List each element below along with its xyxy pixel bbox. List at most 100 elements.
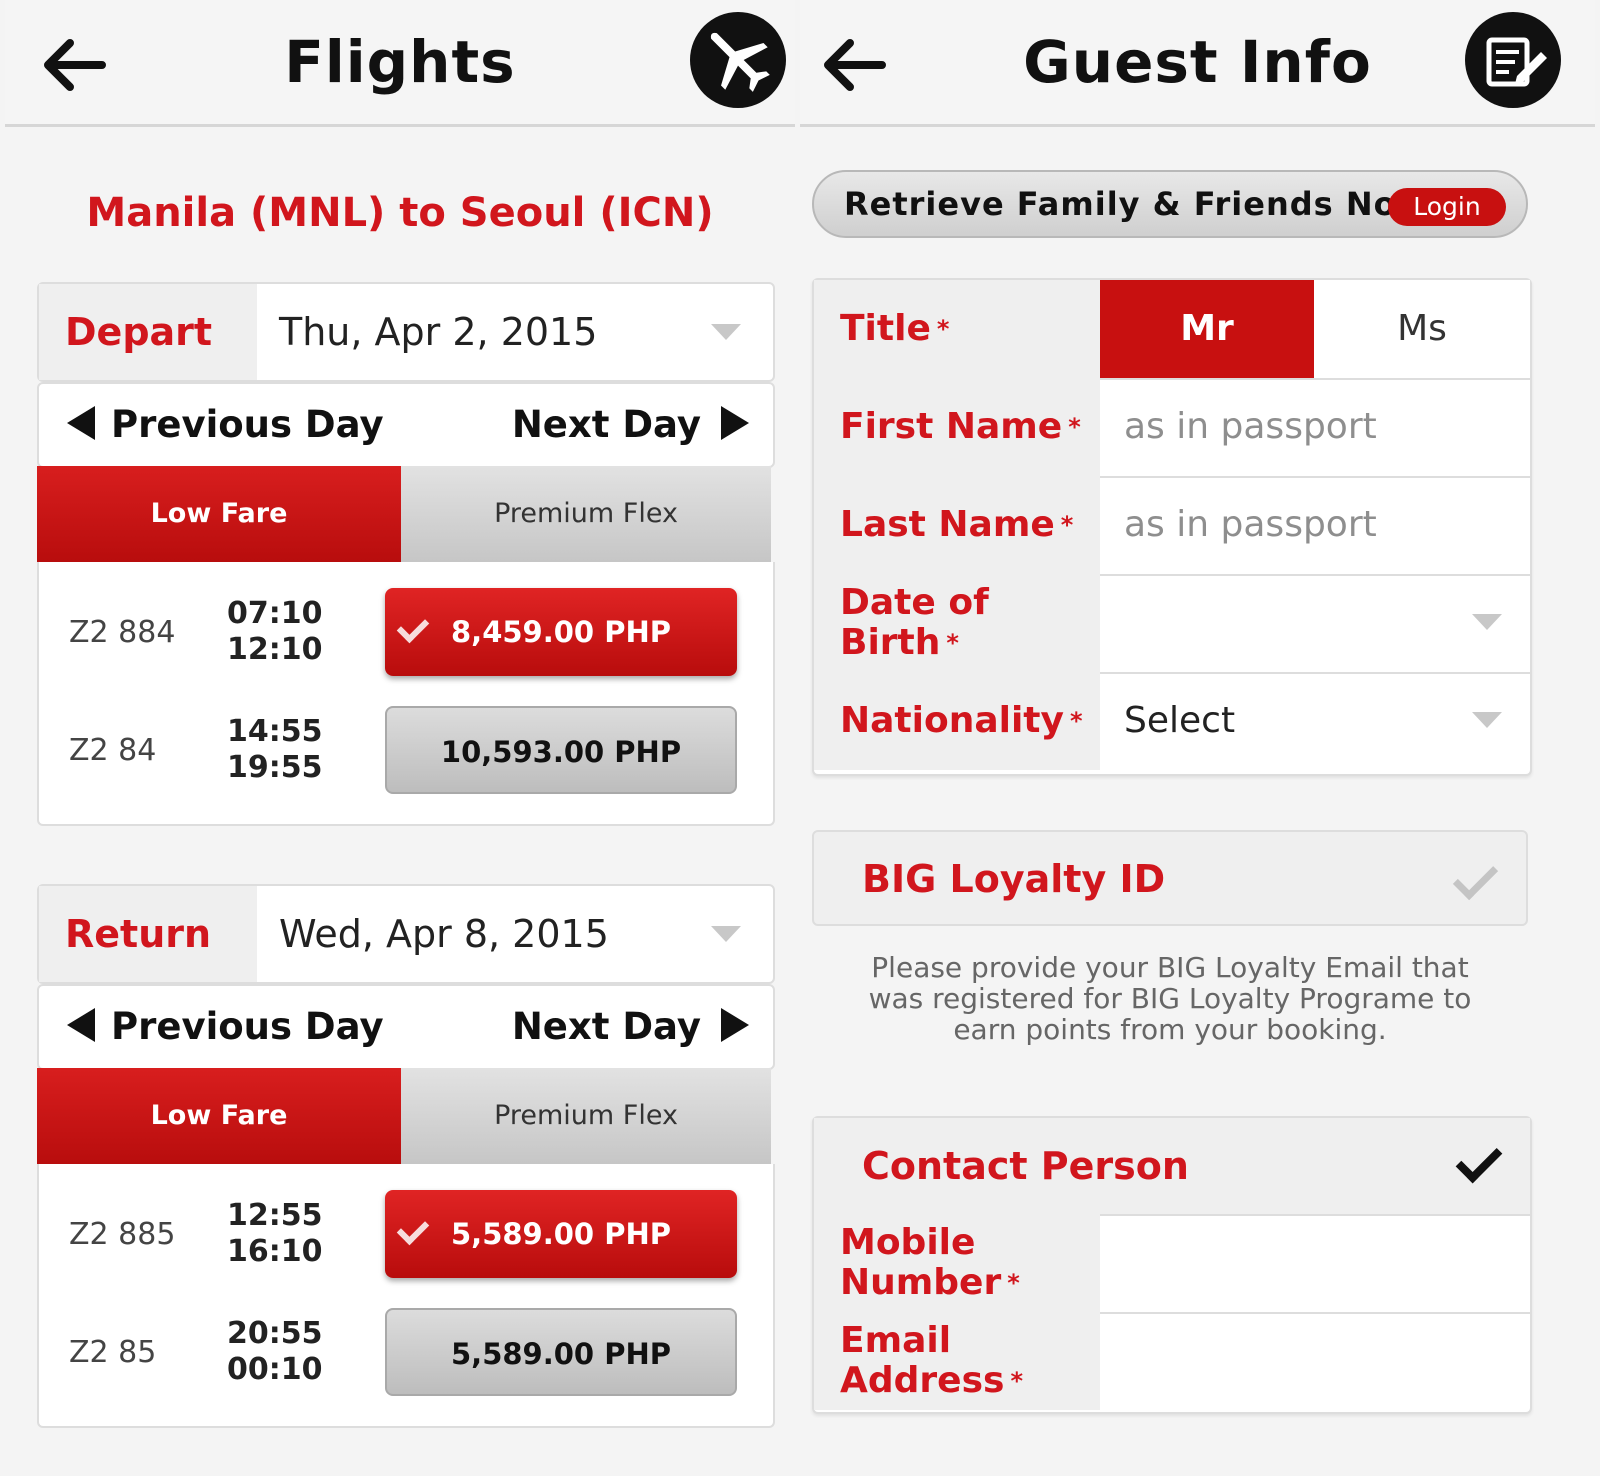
title-option-mr[interactable]: Mr	[1100, 280, 1314, 378]
triangle-left-icon	[67, 1007, 95, 1042]
flight-row: Z2 885 12:55 16:10 5,589.00 PHP	[39, 1176, 773, 1294]
flight-times: 14:55 19:55	[227, 714, 323, 786]
arrival-time: 16:10	[227, 1234, 323, 1269]
depart-next-day-button[interactable]: Next Day	[512, 384, 749, 466]
retrieve-text: Retrieve Family & Friends Now	[844, 185, 1428, 223]
return-fare-tabs: Low Fare Premium Flex	[37, 1068, 771, 1164]
required-mark: *	[946, 629, 959, 657]
checkmark-icon	[396, 1212, 430, 1246]
return-next-day-button[interactable]: Next Day	[512, 986, 749, 1068]
flight-row: Z2 884 07:10 12:10 8,459.00 PHP	[39, 574, 773, 692]
depart-flight-list: Z2 884 07:10 12:10 8,459.00 PHP Z2 84 14:…	[37, 562, 775, 826]
flights-header: Flights	[5, 0, 795, 127]
triangle-left-icon	[67, 405, 95, 440]
loyalty-note: Please provide your BIG Loyalty Email th…	[868, 951, 1472, 1046]
nationality-row[interactable]: Nationality * Select	[814, 672, 1530, 770]
edit-form-icon[interactable]	[1465, 12, 1561, 108]
dropdown-caret-icon	[1472, 614, 1502, 630]
flight-times: 12:55 16:10	[227, 1198, 323, 1270]
page-title: Flights	[284, 28, 516, 96]
departure-time: 20:55	[227, 1316, 323, 1351]
dropdown-caret-icon	[711, 324, 741, 340]
required-mark: *	[1010, 1367, 1023, 1395]
airplane-icon[interactable]	[690, 12, 786, 108]
guest-header: Guest Info	[800, 0, 1595, 127]
required-mark: *	[1068, 413, 1081, 441]
route-title: Manila (MNL) to Seoul (ICN)	[86, 190, 714, 236]
return-date-selector[interactable]: Return Wed, Apr 8, 2015	[37, 884, 775, 984]
fare-button[interactable]: 10,593.00 PHP	[385, 706, 737, 794]
previous-day-label: Previous Day	[111, 1005, 384, 1048]
retrieve-family-friends-bar: Retrieve Family & Friends Now Login	[812, 170, 1528, 238]
date-of-birth-row[interactable]: Date of Birth *	[814, 574, 1530, 674]
flight-times: 20:55 00:10	[227, 1316, 323, 1388]
flight-times: 07:10 12:10	[227, 596, 323, 668]
arrival-time: 00:10	[227, 1352, 323, 1387]
email-address-row[interactable]: Email Address *	[814, 1312, 1530, 1410]
title-label: Title *	[814, 280, 1100, 378]
fare-button-selected[interactable]: 5,589.00 PHP	[385, 1190, 737, 1278]
dropdown-caret-icon	[1472, 712, 1502, 728]
previous-day-label: Previous Day	[111, 403, 384, 446]
first-name-row: First Name * as in passport	[814, 378, 1530, 478]
date-of-birth-label: Date of Birth *	[814, 574, 1100, 672]
email-label-line2: Address	[840, 1360, 1005, 1401]
guest-info-panel: Guest Info Retrieve Family & Friends Now…	[800, 0, 1600, 1476]
required-mark: *	[1069, 707, 1083, 735]
depart-date-selector[interactable]: Depart Thu, Apr 2, 2015	[37, 282, 775, 382]
depart-fare-tabs: Low Fare Premium Flex	[37, 466, 771, 562]
required-mark: *	[1007, 1269, 1020, 1297]
contact-person-section: Contact Person Mobile Number * Email Addres…	[812, 1116, 1532, 1414]
depart-day-nav: Previous Day Next Day	[37, 382, 775, 468]
checkmark-icon	[1455, 1136, 1503, 1184]
email-address-label: Email Address *	[814, 1312, 1100, 1410]
first-name-label-text: First Name	[840, 406, 1063, 447]
login-button[interactable]: Login	[1388, 188, 1506, 226]
tab-premium-flex[interactable]: Premium Flex	[401, 466, 771, 562]
big-loyalty-section[interactable]: BIG Loyalty ID	[812, 830, 1528, 926]
return-previous-day-button[interactable]: Previous Day	[67, 986, 384, 1068]
arrival-time: 12:10	[227, 632, 323, 667]
contact-person-header[interactable]: Contact Person	[814, 1118, 1530, 1216]
return-day-nav: Previous Day Next Day	[37, 984, 775, 1070]
triangle-right-icon	[721, 405, 749, 440]
depart-date-value: Thu, Apr 2, 2015	[279, 310, 598, 354]
dob-label-line2: Birth	[840, 622, 941, 663]
mobile-number-label: Mobile Number *	[814, 1214, 1100, 1312]
departure-time: 07:10	[227, 596, 323, 631]
mobile-number-row[interactable]: Mobile Number *	[814, 1214, 1530, 1314]
return-label: Return	[39, 886, 257, 982]
depart-label: Depart	[39, 284, 257, 380]
tab-premium-flex[interactable]: Premium Flex	[401, 1068, 771, 1164]
next-day-label: Next Day	[511, 1005, 701, 1048]
title-row: Title * Mr Ms	[814, 280, 1530, 380]
tab-low-fare[interactable]: Low Fare	[37, 466, 401, 562]
fare-price: 8,459.00 PHP	[451, 615, 671, 649]
guest-form: Title * Mr Ms First Name * as in passport …	[812, 278, 1532, 776]
email-label-line1: Email	[840, 1320, 952, 1361]
nationality-select[interactable]: Select	[1124, 672, 1235, 770]
last-name-label-text: Last Name	[840, 504, 1055, 545]
nationality-label: Nationality *	[814, 672, 1100, 770]
mobile-label-line2: Number	[840, 1262, 1002, 1303]
fare-price: 5,589.00 PHP	[451, 1217, 671, 1251]
next-day-label: Next Day	[511, 403, 701, 446]
return-flight-list: Z2 885 12:55 16:10 5,589.00 PHP Z2 85 20:…	[37, 1164, 775, 1428]
fare-button-selected[interactable]: 8,459.00 PHP	[385, 588, 737, 676]
flight-number: Z2 84	[69, 733, 157, 768]
first-name-input[interactable]: as in passport	[1124, 378, 1377, 476]
last-name-label: Last Name *	[814, 476, 1100, 574]
nationality-label-text: Nationality	[840, 700, 1064, 741]
depart-previous-day-button[interactable]: Previous Day	[67, 384, 384, 466]
return-date-value: Wed, Apr 8, 2015	[279, 912, 609, 956]
flight-number: Z2 884	[69, 615, 176, 650]
title-option-ms[interactable]: Ms	[1314, 280, 1530, 378]
last-name-input[interactable]: as in passport	[1124, 476, 1377, 574]
triangle-right-icon	[721, 1007, 749, 1042]
tab-low-fare[interactable]: Low Fare	[37, 1068, 401, 1164]
required-mark: *	[936, 315, 950, 343]
flight-number: Z2 85	[69, 1335, 157, 1370]
fare-button[interactable]: 5,589.00 PHP	[385, 1308, 737, 1396]
checkmark-icon	[1452, 854, 1499, 901]
flight-row: Z2 84 14:55 19:55 10,593.00 PHP	[39, 692, 773, 810]
